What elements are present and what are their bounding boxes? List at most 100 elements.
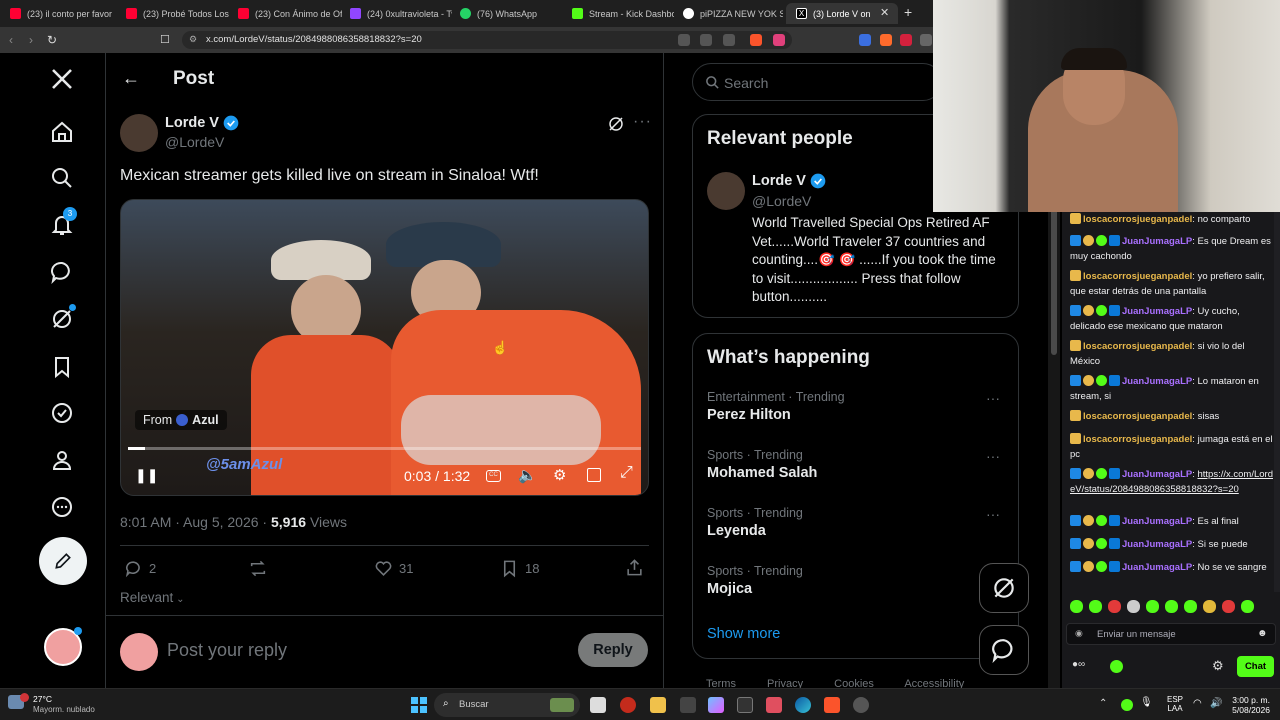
terminal-icon[interactable] bbox=[737, 697, 753, 713]
chat-username[interactable]: loscacorrosjueganpadel bbox=[1083, 214, 1192, 225]
chat-settings-icon[interactable]: ⚙ bbox=[1212, 658, 1224, 674]
weather-temp[interactable]: 27°C bbox=[33, 694, 52, 704]
grok-explain-icon[interactable] bbox=[607, 115, 625, 138]
chat-username[interactable]: JuanJumagaLP bbox=[1122, 469, 1192, 480]
chat-send-button[interactable]: Chat bbox=[1237, 656, 1274, 677]
chat-username[interactable]: JuanJumagaLP bbox=[1122, 306, 1192, 317]
browser-tab[interactable]: (24) 0xultravioleta - Tw bbox=[340, 3, 452, 24]
reload-icon[interactable]: ↻ bbox=[47, 33, 57, 47]
wifi-icon[interactable]: ◠ bbox=[1193, 698, 1202, 709]
reply-input[interactable]: Post your reply bbox=[167, 640, 547, 661]
browser-tab[interactable]: (23) Probé Todos Los F bbox=[116, 3, 230, 24]
volume-icon[interactable]: 🔈 bbox=[518, 466, 537, 484]
emoji-picker-icon[interactable]: ☻ bbox=[1257, 628, 1268, 639]
zoom-icon[interactable] bbox=[700, 34, 712, 46]
new-tab-icon[interactable]: + bbox=[904, 4, 912, 20]
edge-icon[interactable] bbox=[795, 697, 811, 713]
copilot-icon[interactable] bbox=[708, 697, 724, 713]
microphone-icon[interactable]: 🎙 bbox=[1140, 697, 1153, 708]
repost-action[interactable] bbox=[248, 559, 268, 583]
extension-icon[interactable] bbox=[900, 34, 912, 46]
extension-icon[interactable] bbox=[880, 34, 892, 46]
chat-username[interactable]: JuanJumagaLP bbox=[1122, 539, 1192, 550]
emote-icon[interactable] bbox=[1070, 600, 1083, 613]
browser-tab[interactable]: (76) WhatsApp bbox=[450, 3, 560, 24]
emote-icon[interactable] bbox=[1108, 600, 1121, 613]
power-app-icon[interactable] bbox=[620, 697, 636, 713]
more-icon[interactable] bbox=[49, 494, 75, 520]
profile-icon[interactable] bbox=[49, 447, 75, 473]
chat-username[interactable]: JuanJumagaLP bbox=[1122, 376, 1192, 387]
grok-floating-button[interactable] bbox=[979, 563, 1029, 613]
emote-icon[interactable] bbox=[1165, 600, 1178, 613]
video-player[interactable]: From Azul @5amAzul ❚❚ 0:03 / 1:32 CC 🔈 ⚙… bbox=[120, 199, 649, 496]
brave-rewards-icon[interactable] bbox=[773, 34, 785, 46]
author-name-row[interactable]: Lorde V bbox=[165, 115, 239, 131]
chat-username[interactable]: loscacorrosjueganpadel bbox=[1083, 271, 1192, 282]
chat-username[interactable]: loscacorrosjueganpadel bbox=[1083, 434, 1192, 445]
footer-link[interactable]: Privacy bbox=[767, 678, 803, 688]
video-source-label[interactable]: From Azul bbox=[135, 410, 227, 430]
pause-icon[interactable]: ❚❚ bbox=[135, 467, 158, 484]
person-handle[interactable]: @LordeV bbox=[752, 193, 811, 209]
footer-link[interactable]: Accessibility bbox=[904, 678, 964, 688]
picture-in-picture-icon[interactable] bbox=[587, 468, 601, 482]
chat-username[interactable]: loscacorrosjueganpadel bbox=[1083, 341, 1192, 352]
footer-link[interactable]: Terms bbox=[706, 678, 736, 688]
messages-floating-button[interactable] bbox=[979, 625, 1029, 675]
extension-icon[interactable] bbox=[859, 34, 871, 46]
emote-icon[interactable] bbox=[1146, 600, 1159, 613]
notifications-bell-icon[interactable]: 3 bbox=[49, 207, 77, 238]
emote-icon[interactable] bbox=[1241, 600, 1254, 613]
chat-username[interactable]: JuanJumagaLP bbox=[1122, 236, 1192, 247]
obs-icon[interactable] bbox=[853, 697, 869, 713]
show-more-link[interactable]: Show more bbox=[707, 626, 780, 642]
share-action[interactable] bbox=[625, 558, 644, 582]
chat-username[interactable]: JuanJumagaLP bbox=[1122, 562, 1192, 573]
settings-gear-icon[interactable]: ⚙ bbox=[553, 466, 566, 484]
back-arrow-icon[interactable]: ← bbox=[122, 68, 140, 89]
chat-input[interactable]: ◉ Enviar un mensaje ☻ bbox=[1066, 623, 1276, 645]
browser-tab[interactable]: piPIZZA NEW YOK STY bbox=[673, 3, 783, 24]
footer-link[interactable]: Cookies bbox=[834, 678, 874, 688]
trend-item[interactable]: Sports · Trending Leyenda bbox=[707, 506, 1007, 539]
grok-icon[interactable] bbox=[49, 304, 76, 332]
emote-icon[interactable] bbox=[1222, 600, 1235, 613]
trend-item[interactable]: Sports · Trending Mojica bbox=[707, 564, 967, 597]
messages-icon[interactable] bbox=[49, 259, 75, 285]
chat-username[interactable]: loscacorrosjueganpadel bbox=[1083, 411, 1192, 422]
reply-action[interactable]: 2 bbox=[124, 559, 156, 578]
captions-icon[interactable]: CC bbox=[486, 470, 501, 482]
tray-app-icon[interactable] bbox=[1121, 699, 1133, 711]
brave-shield-icon[interactable] bbox=[750, 34, 762, 46]
emote-icon[interactable] bbox=[1127, 600, 1140, 613]
reply-button[interactable]: Reply bbox=[578, 633, 648, 667]
search-box[interactable]: Search bbox=[692, 63, 942, 101]
close-tab-icon[interactable]: ✕ bbox=[880, 6, 889, 19]
x-logo-icon[interactable] bbox=[49, 66, 75, 92]
taskbar-search-box[interactable]: ⌕ Buscar bbox=[434, 693, 580, 717]
tray-chevron-icon[interactable]: ⌃ bbox=[1099, 698, 1107, 709]
fullscreen-icon[interactable]: ⤢ bbox=[620, 464, 633, 482]
chat-username[interactable]: JuanJumagaLP bbox=[1122, 516, 1192, 527]
trend-more-icon[interactable]: ··· bbox=[986, 390, 1000, 406]
kick-icon[interactable] bbox=[1110, 660, 1123, 673]
trend-more-icon[interactable]: ··· bbox=[986, 448, 1000, 464]
windows-start-icon[interactable] bbox=[411, 697, 427, 713]
account-avatar[interactable] bbox=[44, 627, 82, 666]
verified-icon[interactable] bbox=[49, 400, 75, 426]
browser-tab[interactable]: (23) Con Ánimo de Of bbox=[228, 3, 342, 24]
emote-icon[interactable] bbox=[1203, 600, 1216, 613]
trend-item[interactable]: Entertainment · Trending Perez Hilton bbox=[707, 390, 1007, 423]
search-icon[interactable] bbox=[49, 165, 75, 191]
video-progress-track[interactable] bbox=[128, 447, 641, 450]
person-name-row[interactable]: Lorde V bbox=[752, 173, 826, 189]
brave-browser-icon[interactable] bbox=[824, 697, 840, 713]
site-info-icon[interactable]: ⚙ bbox=[189, 34, 197, 45]
browser-tab[interactable]: Stream - Kick Dashbo bbox=[562, 3, 674, 24]
file-explorer-icon[interactable] bbox=[650, 697, 666, 713]
extensions-puzzle-icon[interactable] bbox=[920, 34, 932, 46]
bookmark-page-icon[interactable]: ☐ bbox=[160, 33, 170, 46]
more-options-icon[interactable]: ··· bbox=[633, 113, 652, 131]
calendar-app-icon[interactable] bbox=[680, 697, 696, 713]
